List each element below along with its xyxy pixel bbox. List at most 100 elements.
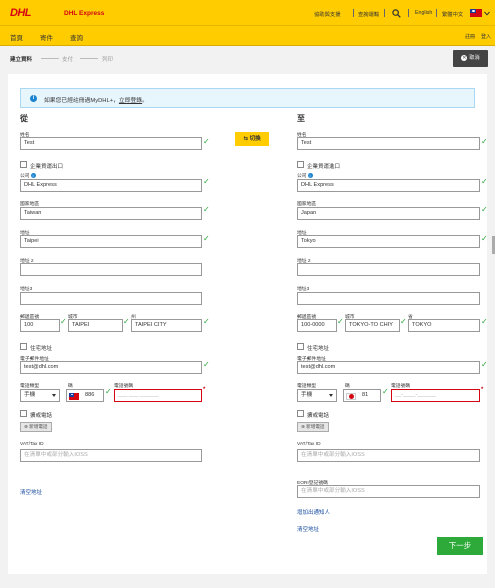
track-link[interactable]: 查詢運輸 [358,10,379,18]
from-email-input[interactable]: test@dhl.com [20,361,202,374]
to-title: 至 [297,114,305,123]
to-code-label: 碼 [345,384,350,389]
lang-chinese[interactable]: 繁體中文 [442,10,463,18]
valid-check-icon: ✓ [203,317,210,326]
chevron-down-icon[interactable] [484,11,490,16]
main-nav: 首頁 寄件 查詢 註冊 登入 [0,26,495,46]
nav-track[interactable]: 查詢 [70,32,83,42]
valid-check-icon: ✓ [382,387,389,396]
from-address-input[interactable]: Taipei [20,235,202,248]
login-now-link[interactable]: 立即登錄 [119,98,142,104]
caret-down-icon [52,394,56,397]
register-link[interactable]: 註冊 [465,33,475,40]
to-address2-input[interactable] [297,263,480,276]
step-pay: 支付 [62,57,74,63]
login-link[interactable]: 登入 [481,33,491,40]
valid-check-icon: ✓ [481,205,488,214]
to-vat-label: VAT/Tax ID [297,442,321,447]
info-icon[interactable]: i [30,173,36,179]
nav-home[interactable]: 首頁 [10,32,23,42]
divider [384,9,385,17]
login-banner: i 如果您已經註冊過MyDHL+，立即登錄。 [20,88,475,108]
to-business-label: 企業貨運進口 [307,164,341,170]
to-address-input[interactable]: Tokyo [297,235,480,248]
from-vat-input[interactable]: 在清單中或部分輸入IOSS [20,449,202,462]
valid-check-icon: ✓ [60,317,67,326]
from-business-checkbox[interactable] [20,161,27,168]
to-email-input[interactable]: test@dhl.com [297,361,480,374]
valid-check-icon: ✓ [481,137,488,146]
to-ext-label: 擴或電話 [307,413,330,419]
to-add-phone-button[interactable]: ⊕ 新增電話 [297,422,329,432]
from-address2-input[interactable] [20,263,202,276]
from-title: 從 [20,114,28,123]
valid-check-icon: ✓ [123,317,130,326]
support-link[interactable]: 協助與支援 [314,10,341,18]
to-ext-checkbox[interactable] [297,410,304,417]
from-postal-input[interactable]: 100 [20,319,60,332]
swap-button[interactable]: ⇆ 切換 [235,132,269,146]
to-country-input[interactable]: Japan [297,207,480,220]
add-contact-link[interactable]: 增加出通知人 [297,508,330,516]
to-company-label: 公司 i [297,172,313,179]
from-business-label: 企業貨運出口 [30,164,64,170]
to-phone-label: 電話號碼 [391,384,411,389]
search-icon[interactable] [392,9,401,18]
from-residential-checkbox[interactable] [20,343,27,350]
from-address3-input[interactable] [20,292,202,305]
from-ext-checkbox[interactable] [20,410,27,417]
divider [353,9,354,17]
to-address3-input[interactable] [297,292,480,305]
close-icon: ✕ [461,54,468,61]
from-phone-type-select[interactable]: 手機 [20,389,60,402]
from-phone-type-label: 電話類型 [20,384,40,389]
from-country-label: 國家地區 [20,202,40,207]
to-address3-label: 地址3 [297,287,310,292]
to-business-checkbox[interactable] [297,161,304,168]
info-icon[interactable]: i [307,173,313,179]
from-country-input[interactable]: Taiwan [20,207,202,220]
valid-check-icon: ✓ [203,234,210,243]
valid-check-icon: ✓ [203,360,210,369]
to-city-input[interactable]: TOKYO-TO CHIY [345,319,400,332]
to-vat-input[interactable]: 在清單中或部分輸入IOSS [297,449,480,462]
from-name-input[interactable]: Test [20,137,202,150]
to-clear-address-link[interactable]: 清空地址 [297,525,319,533]
from-company-input[interactable]: DHL Express [20,179,202,192]
from-phone-input[interactable]: ___ ___ ______ [114,389,202,402]
progress-steps: 建立資料 支付 列印 [0,46,495,74]
to-company-input[interactable]: DHL Express [297,179,480,192]
to-name-input[interactable]: Test [297,137,480,150]
to-residential-checkbox[interactable] [297,343,304,350]
from-clear-address-link[interactable]: 清空地址 [20,488,42,496]
from-add-phone-button[interactable]: ⊕ 新增電話 [20,422,52,432]
to-state-input[interactable]: TOKYO [408,319,480,332]
to-phone-type-select[interactable]: 手機 [297,389,337,402]
from-address3-label: 地址3 [20,287,33,292]
divider [436,9,437,17]
to-eori-input[interactable]: 在清單中或部分輸入IOSS [297,485,480,498]
to-phone-input[interactable]: __-____-______ [391,389,480,402]
to-residential-label: 住宅地址 [307,346,330,352]
valid-check-icon: ✓ [203,137,210,146]
from-phone-label: 電話號碼 [114,384,134,389]
valid-check-icon: ✓ [481,177,488,186]
caret-down-icon [329,394,333,397]
nav-ship[interactable]: 寄件 [40,32,53,42]
to-country-label: 國家地區 [297,202,317,207]
valid-check-icon: ✓ [203,177,210,186]
next-button[interactable]: 下一步 [437,537,483,555]
from-residential-label: 住宅地址 [30,346,53,352]
valid-check-icon: ✓ [481,317,488,326]
from-state-input[interactable]: TAIPEI CITY [131,319,202,332]
valid-check-icon: ✓ [481,360,488,369]
taiwan-flag-icon[interactable] [470,9,482,17]
cancel-button[interactable]: ✕ 取消 [453,50,488,67]
banner-text: 如果您已經註冊過MyDHL+，立即登錄。 [44,98,148,104]
lang-english[interactable]: English [415,10,432,16]
from-city-input[interactable]: TAIPEI [68,319,123,332]
dhl-logo[interactable]: DHL [10,8,48,19]
to-postal-input[interactable]: 100-0000 [297,319,337,332]
info-icon: i [30,95,37,102]
valid-check-icon: ✓ [337,317,344,326]
